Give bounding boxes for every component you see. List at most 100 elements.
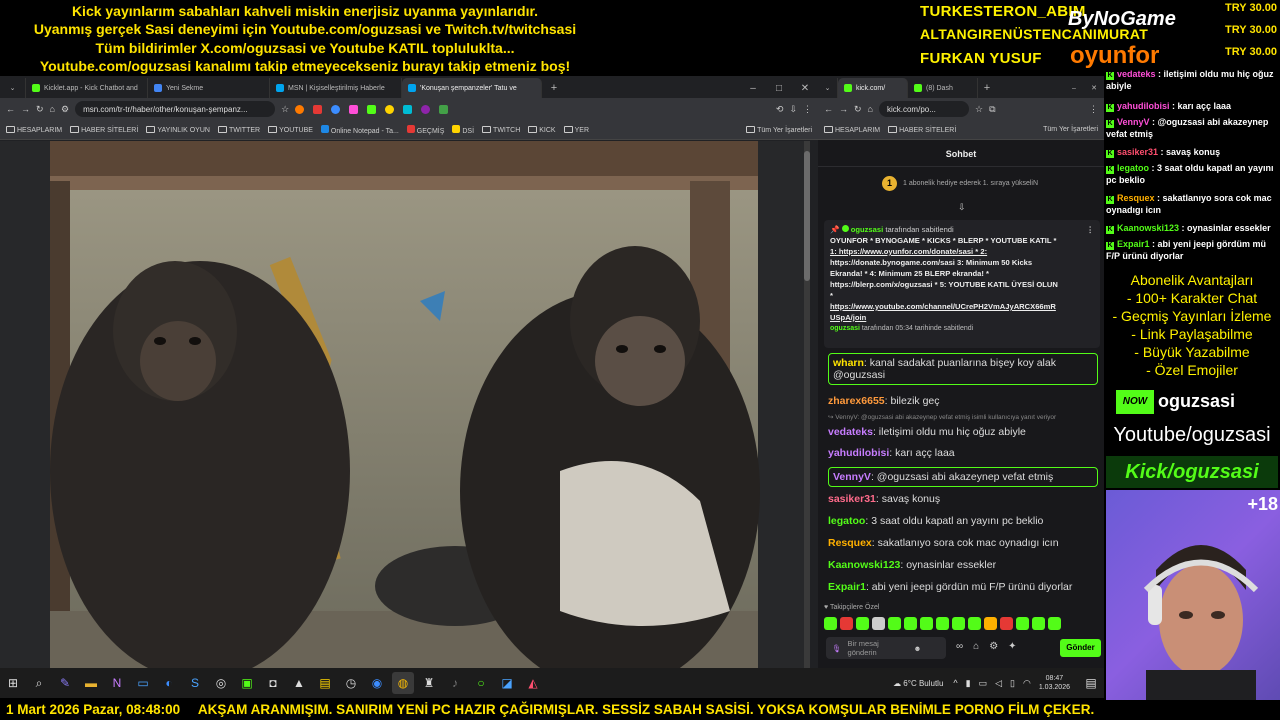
chat-message[interactable]: sasiker31: savaş konuş — [828, 493, 1098, 505]
gift-icon[interactable]: ⌂ — [973, 641, 979, 652]
chat-message[interactable]: Kaanowski123: oynasinlar essekler — [828, 559, 1098, 571]
battery-icon[interactable]: ▯ — [1010, 678, 1015, 689]
app-icon[interactable]: ○ — [470, 672, 492, 694]
pen-icon[interactable]: ✎ — [54, 672, 76, 694]
tab-search-button[interactable]: ⌄ — [0, 78, 26, 98]
skype-icon[interactable]: S — [184, 672, 206, 694]
app-icon[interactable]: ♜ — [418, 672, 440, 694]
left-tab-3[interactable]: MSN | Kişiselleştirilmiş Haberle — [270, 78, 402, 98]
weather-widget[interactable]: ☁ 6°C Bulutlu — [893, 679, 943, 688]
all-bookmarks[interactable]: Tüm Yer İşaretleri — [746, 125, 812, 134]
bookmark-haber[interactable]: HABER SİTELERİ — [888, 125, 956, 134]
bookmark-twitter[interactable]: TWITTER — [217, 125, 260, 134]
bookmark-yayinlik[interactable]: YAYINLIK OYUN — [146, 125, 210, 134]
right-tab-2[interactable]: (8) Dash — [908, 78, 978, 98]
music-icon[interactable]: ♪ — [444, 672, 466, 694]
emote-icon[interactable] — [872, 617, 885, 630]
pinned-link[interactable]: 1: https://www.oyunfor.com/donate/sasi *… — [830, 246, 1094, 257]
bookmark-youtube[interactable]: YOUTUBE — [268, 125, 313, 134]
infinity-icon[interactable]: ∞ — [956, 641, 963, 652]
back-icon[interactable]: ← — [824, 104, 833, 114]
microphone-icon[interactable]: 🎙 — [832, 644, 842, 653]
chevron-up-icon[interactable]: ^ — [953, 678, 957, 689]
chat-message[interactable]: wharn: kanal sadakat puanlarına bişey ko… — [828, 353, 1098, 385]
new-tab-button[interactable]: + — [978, 78, 996, 98]
all-bookmarks[interactable]: Tüm Yer İşaretleri — [1043, 126, 1098, 133]
chat-username[interactable]: vedateks — [828, 426, 873, 438]
pinned-link[interactable]: https://www.youtube.com/channel/UCrePH2V… — [830, 301, 1094, 312]
emote-icon[interactable] — [1016, 617, 1029, 630]
photos-icon[interactable]: ◪ — [496, 672, 518, 694]
camera-icon[interactable]: ◘ — [262, 672, 284, 694]
emote-icon[interactable] — [840, 617, 853, 630]
emote-icon[interactable] — [968, 617, 981, 630]
emote-icon[interactable] — [904, 617, 917, 630]
chat-message[interactable]: yahudilobisi: karı açç laaa — [828, 447, 1098, 459]
menu-icon[interactable]: ⋮ — [1089, 104, 1098, 115]
bookmark-dsi[interactable]: DSİ — [452, 124, 474, 135]
chat-username[interactable]: legatoo — [828, 515, 865, 527]
gift-leaderboard[interactable]: 1 1 abonelik hediye ederek 1. sıraya yük… — [882, 176, 1038, 191]
bookmark-notepad[interactable]: Online Notepad - Ta... — [320, 124, 399, 135]
chat-username[interactable]: yahudilobisi — [828, 447, 889, 459]
reply-reference[interactable]: ↪ VennyV: @oguzsasi abi akazeynep vefat … — [828, 413, 1098, 421]
chat-username[interactable]: wharn — [833, 357, 864, 369]
bookmark-haber[interactable]: HABER SİTELERİ — [70, 125, 138, 134]
tab-search-button[interactable]: ⌄ — [818, 78, 838, 98]
onenote-icon[interactable]: N — [106, 672, 128, 694]
mic-icon[interactable]: ▮ — [966, 678, 971, 689]
close-button[interactable]: ✕ — [792, 78, 818, 98]
reload-icon[interactable]: ↻ — [854, 104, 862, 115]
bookmark-hesaplarim[interactable]: HESAPLARIM — [6, 125, 62, 134]
bookmark-star-icon[interactable]: ☆ — [281, 104, 289, 115]
pinned-link[interactable]: https://donate.bynogame.com/sasi 3: Mini… — [830, 257, 1094, 268]
home-icon[interactable]: ⌂ — [50, 104, 55, 114]
monitor-icon[interactable]: ▭ — [132, 672, 154, 694]
send-button[interactable]: Gönder — [1060, 639, 1101, 657]
pinned-link[interactable]: https://blerp.com/x/oguzsasi * 5: YOUTUB… — [830, 279, 1094, 290]
emote-icon[interactable] — [1032, 617, 1045, 630]
minimize-button[interactable]: – — [1064, 78, 1084, 98]
emote-icon[interactable] — [952, 617, 965, 630]
bookmark-hesaplarim[interactable]: HESAPLARIM — [824, 125, 880, 134]
chat-message[interactable]: Expair1: abi yeni jeepi gördün mü F/P ür… — [828, 581, 1098, 593]
back-icon[interactable]: ← — [6, 104, 15, 114]
forward-icon[interactable]: → — [21, 104, 30, 114]
settings-icon[interactable]: ⚙ — [989, 641, 998, 652]
home-icon[interactable]: ⌂ — [868, 104, 873, 114]
edge-icon[interactable]: ◐ — [158, 672, 180, 694]
xbox-icon[interactable]: ◎ — [210, 672, 232, 694]
notes-icon[interactable]: ▤ — [314, 672, 336, 694]
emote-icon[interactable] — [1048, 617, 1061, 630]
emote-icon[interactable] — [1000, 617, 1013, 630]
new-tab-button[interactable]: + — [542, 78, 566, 98]
site-info-icon[interactable]: ⚙ — [61, 104, 69, 115]
extension-icon[interactable] — [313, 104, 323, 114]
bookmark-kick[interactable]: KICK — [528, 125, 556, 134]
left-tab-2[interactable]: Yeni Sekme — [148, 78, 270, 98]
address-bar[interactable]: kick.com/po... — [878, 101, 969, 117]
left-tab-1[interactable]: Kicklet.app - Kick Chatbot and — [26, 78, 148, 98]
extension-icon[interactable] — [421, 104, 431, 114]
right-tab-1[interactable]: kick.com/ — [838, 78, 908, 98]
extension-icon[interactable] — [367, 104, 377, 114]
chat-message[interactable]: zharex6655: bilezik geç — [828, 395, 1098, 407]
chat-message[interactable]: Resquex: sakatlanıyo sora cok mac oynadı… — [828, 537, 1098, 549]
reload-icon[interactable]: ↻ — [36, 104, 44, 115]
address-bar[interactable]: msn.com/tr-tr/haber/other/konuşan-şempan… — [75, 101, 276, 117]
extension-icon[interactable] — [439, 104, 449, 114]
menu-icon[interactable]: ⋮ — [803, 104, 812, 115]
clock[interactable]: 08:47 1.03.2026 — [1039, 674, 1070, 692]
download-icon[interactable]: ⇩ — [789, 104, 797, 115]
chat-username[interactable]: sasiker31 — [828, 493, 876, 505]
emote-icon[interactable] — [984, 617, 997, 630]
extension-icon[interactable] — [331, 104, 341, 114]
chat-username[interactable]: zharex6655 — [828, 395, 885, 407]
chat-message[interactable]: VennyV: @oguzsasi abi akazeynep vefat et… — [828, 467, 1098, 487]
history-icon[interactable]: ⟲ — [776, 104, 784, 115]
more-icon[interactable]: ⋮ — [1086, 224, 1094, 235]
emote-icon[interactable] — [936, 617, 949, 630]
bookmark-star-icon[interactable]: ☆ — [975, 104, 983, 115]
chat-input[interactable]: 🎙 Bir mesaj gönderin ☻ — [826, 637, 946, 659]
emote-icon[interactable] — [888, 617, 901, 630]
